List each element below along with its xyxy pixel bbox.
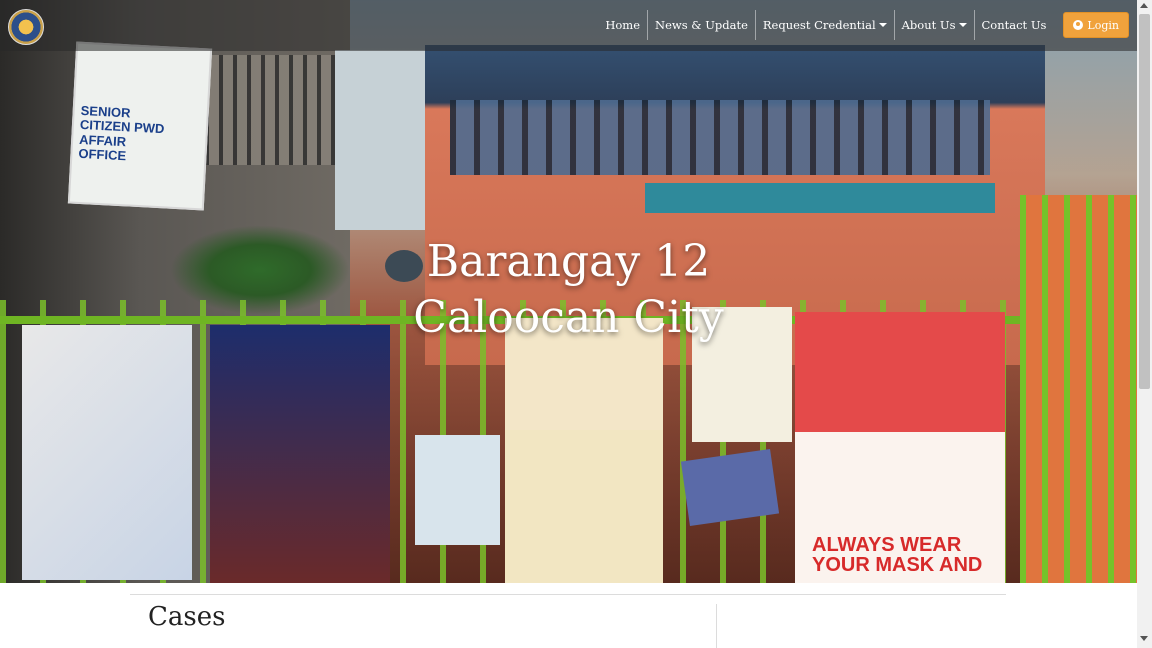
nav-contact-us[interactable]: Contact Us bbox=[973, 10, 1054, 40]
nav-request-label: Request Credential bbox=[762, 18, 876, 32]
scroll-up-icon[interactable] bbox=[1140, 3, 1148, 8]
nav-home[interactable]: Home bbox=[598, 10, 647, 40]
section-divider bbox=[130, 594, 1006, 595]
scrollbar-thumb[interactable] bbox=[1139, 14, 1150, 389]
nav-news-update[interactable]: News & Update bbox=[647, 10, 755, 40]
hall-windows bbox=[450, 100, 990, 175]
nav-contact-label: Contact Us bbox=[981, 18, 1047, 32]
nav-about-label: About Us bbox=[901, 18, 956, 32]
poster-text: ALWAYS WEAR YOUR MASK AND bbox=[812, 534, 983, 576]
hero-title-line2: Caloocan City bbox=[413, 292, 724, 343]
poster bbox=[415, 435, 500, 545]
nav-about-us[interactable]: About Us bbox=[893, 10, 974, 40]
navbar: Home News & Update Request Credential Ab… bbox=[0, 0, 1137, 51]
caret-down-icon bbox=[958, 23, 967, 27]
senior-citizen-sign: SENIOR CITIZEN PWD AFFAIR OFFICE bbox=[67, 41, 213, 211]
awning bbox=[645, 183, 995, 213]
building-windows bbox=[205, 55, 335, 165]
poster bbox=[505, 430, 663, 583]
hero-title-line1: Barangay 12 bbox=[426, 236, 711, 287]
barangay-seal-logo[interactable] bbox=[8, 9, 44, 45]
user-circle-icon bbox=[1073, 20, 1084, 30]
cases-heading: Cases bbox=[148, 602, 226, 632]
nav-request-credential[interactable]: Request Credential bbox=[754, 10, 894, 40]
hero-banner: SENIOR CITIZEN PWD AFFAIR OFFICE ALWAYS … bbox=[0, 0, 1137, 583]
nav-menu: Home News & Update Request Credential Ab… bbox=[598, 8, 1137, 42]
login-button[interactable]: Login bbox=[1063, 12, 1129, 38]
nav-home-label: Home bbox=[605, 18, 641, 32]
login-label: Login bbox=[1087, 18, 1119, 32]
sign-text: SENIOR CITIZEN PWD AFFAIR OFFICE bbox=[78, 102, 165, 164]
nav-news-label: News & Update bbox=[655, 18, 748, 32]
scroll-down-icon[interactable] bbox=[1140, 636, 1148, 641]
poster bbox=[22, 325, 192, 580]
column-divider bbox=[716, 604, 717, 648]
caret-down-icon bbox=[878, 23, 887, 27]
poster bbox=[210, 325, 390, 583]
poster bbox=[680, 449, 780, 526]
